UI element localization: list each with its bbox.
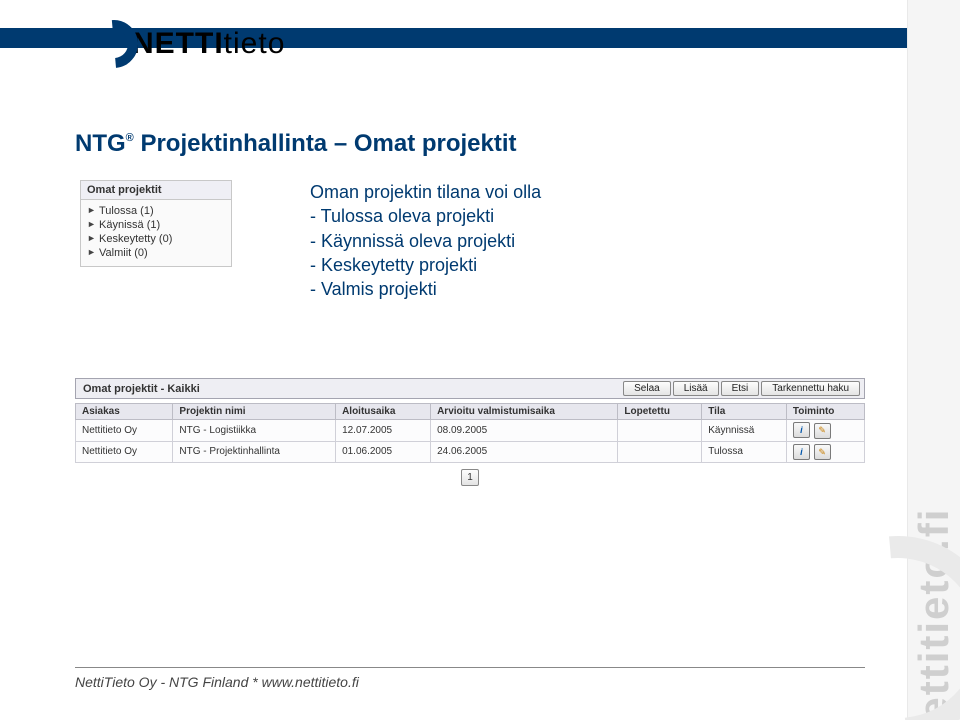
table-row: Nettitieto Oy NTG - Logistiikka 12.07.20…	[76, 420, 865, 442]
cell-project-name: NTG - Logistiikka	[173, 420, 336, 442]
cell-actions	[786, 441, 864, 463]
cell-customer: Nettitieto Oy	[76, 420, 173, 442]
cell-end	[618, 441, 702, 463]
col-project-name: Projektin nimi	[173, 404, 336, 420]
sidebar-item-valmiit[interactable]: Valmiit (0)	[87, 246, 225, 260]
projects-table: Asiakas Projektin nimi Aloitusaika Arvio…	[75, 403, 865, 463]
status-explanation: Oman projektin tilana voi olla - Tulossa…	[310, 180, 541, 301]
own-projects-panel: Omat projektit Tulossa (1) Käynissä (1) …	[80, 180, 232, 267]
explain-line-1: - Tulossa oleva projekti	[310, 204, 541, 228]
info-icon[interactable]	[793, 444, 810, 460]
col-start: Aloitusaika	[336, 404, 431, 420]
logo-word-1: NETTI	[132, 27, 224, 61]
explain-line-2: - Käynnissä oleva projekti	[310, 229, 541, 253]
col-action: Toiminto	[786, 404, 864, 420]
table-header-row: Asiakas Projektin nimi Aloitusaika Arvio…	[76, 404, 865, 420]
title-suffix: Projektinhallinta – Omat projektit	[140, 130, 516, 157]
col-end: Lopetettu	[618, 404, 702, 420]
explain-lead: Oman projektin tilana voi olla	[310, 180, 541, 204]
grid-titlebar: Omat projektit - Kaikki Selaa Lisää Etsi…	[75, 378, 865, 399]
footer-divider	[75, 667, 865, 668]
grid-toolbar: Selaa Lisää Etsi Tarkennettu haku	[623, 381, 860, 396]
grid-title: Omat projektit - Kaikki	[80, 383, 200, 395]
browse-button[interactable]: Selaa	[623, 381, 671, 396]
page-1-button[interactable]: 1	[461, 469, 479, 486]
registered-mark: ®	[126, 132, 134, 144]
col-customer: Asiakas	[76, 404, 173, 420]
cell-customer: Nettitieto Oy	[76, 441, 173, 463]
explain-line-4: - Valmis projekti	[310, 277, 541, 301]
own-projects-panel-header: Omat projektit	[81, 181, 231, 200]
pager: 1	[75, 463, 865, 492]
col-estimate: Arvioitu valmistumisaika	[431, 404, 618, 420]
cell-estimate: 24.06.2005	[431, 441, 618, 463]
page-title: NTG® Projektinhallinta – Omat projektit	[75, 130, 517, 158]
sidebar-item-kaynissa[interactable]: Käynissä (1)	[87, 218, 225, 232]
table-row: Nettitieto Oy NTG - Projektinhallinta 01…	[76, 441, 865, 463]
title-prefix: NTG	[75, 130, 126, 157]
col-status: Tila	[702, 404, 787, 420]
add-button[interactable]: Lisää	[673, 381, 719, 396]
advanced-search-button[interactable]: Tarkennettu haku	[761, 381, 860, 396]
cell-actions	[786, 420, 864, 442]
cell-start: 12.07.2005	[336, 420, 431, 442]
cell-end	[618, 420, 702, 442]
logo-word-2: tieto	[224, 27, 286, 61]
sidebar-item-tulossa[interactable]: Tulossa (1)	[87, 204, 225, 218]
cell-start: 01.06.2005	[336, 441, 431, 463]
cell-status: Käynnissä	[702, 420, 787, 442]
info-icon[interactable]	[793, 422, 810, 438]
logo-arc-icon	[90, 20, 138, 68]
cell-status: Tulossa	[702, 441, 787, 463]
brand-logo: NETTI tieto	[90, 20, 285, 68]
sidebar-item-keskeytetty[interactable]: Keskeytetty (0)	[87, 232, 225, 246]
explain-line-3: - Keskeytetty projekti	[310, 253, 541, 277]
edit-icon[interactable]	[814, 444, 831, 460]
footer-text: NettiTieto Oy - NTG Finland * www.nettit…	[75, 674, 359, 690]
edit-icon[interactable]	[814, 423, 831, 439]
own-projects-list: Tulossa (1) Käynissä (1) Keskeytetty (0)…	[81, 204, 231, 260]
search-button[interactable]: Etsi	[721, 381, 760, 396]
cell-estimate: 08.09.2005	[431, 420, 618, 442]
projects-grid: Omat projektit - Kaikki Selaa Lisää Etsi…	[75, 378, 865, 492]
cell-project-name: NTG - Projektinhallinta	[173, 441, 336, 463]
